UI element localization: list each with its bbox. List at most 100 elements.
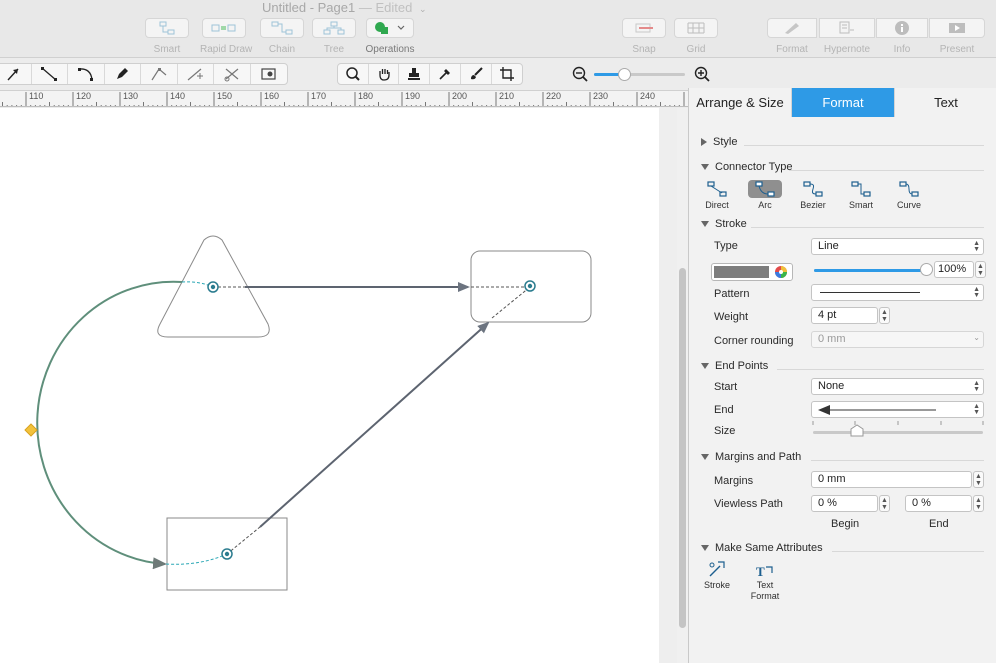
margins-value: 0 mm <box>818 473 846 485</box>
info-button[interactable]: Info <box>876 18 928 55</box>
present-button[interactable]: Present <box>928 18 986 55</box>
arrow-size-ticks <box>812 421 984 425</box>
tree-label: Tree <box>323 44 345 55</box>
color-wheel-icon[interactable] <box>773 264 789 280</box>
updown-arrows-icon: ▲ ▼ <box>973 403 980 416</box>
arrow-size-slider-track[interactable] <box>813 431 983 434</box>
connection-point-tool[interactable] <box>251 64 287 84</box>
stamp-icon <box>408 68 421 80</box>
hand-tool[interactable] <box>369 64 400 84</box>
cut-point-tool[interactable] <box>214 64 251 84</box>
brush-icon <box>470 67 483 80</box>
format-inspector: Arrange & Size Format Text Style Connect… <box>688 88 996 663</box>
style-section-title: Style <box>713 136 738 148</box>
connector-type-title: Connector Type <box>715 161 793 173</box>
stroke-type-value: Line <box>818 240 839 252</box>
divider <box>777 369 984 370</box>
eyedropper-tool[interactable] <box>430 64 461 84</box>
opacity-slider-track[interactable] <box>814 269 926 272</box>
line-tool[interactable] <box>32 64 68 84</box>
stamp-tool[interactable] <box>399 64 431 84</box>
present-icon <box>949 23 965 33</box>
end-points-section-header[interactable]: End Points <box>701 360 768 372</box>
margins-field[interactable]: 0 mm <box>811 471 972 488</box>
corner-rounding-select[interactable]: 0 mm ⌄ <box>811 331 984 348</box>
tree-button[interactable]: Tree <box>312 18 356 55</box>
style-section-header[interactable]: Style <box>701 136 737 148</box>
divider <box>789 170 984 171</box>
curve-icon <box>77 68 93 81</box>
add-point-icon <box>187 68 204 81</box>
rapid-draw-button[interactable]: Rapid Draw <box>200 18 252 55</box>
main-toolbar: Untitled - Page1 — Edited ⌄ Smart Rapid … <box>0 0 996 58</box>
drawing-canvas[interactable] <box>0 108 659 663</box>
weight-value: 4 pt <box>818 309 837 321</box>
arrow-icon <box>7 68 19 81</box>
connector-type-smart[interactable]: Smart <box>841 180 881 210</box>
connector-type-curve[interactable]: Curve <box>889 180 929 210</box>
operations-button[interactable]: Operations <box>364 18 416 55</box>
chevron-down-icon[interactable]: ⌄ <box>419 4 427 14</box>
stroke-section-header[interactable]: Stroke <box>701 218 747 230</box>
opacity-field[interactable]: 100% <box>934 261 974 278</box>
crop-tool[interactable] <box>492 64 523 84</box>
opacity-slider-knob[interactable] <box>920 263 933 276</box>
ruler-label: 110 <box>29 91 44 101</box>
start-arrow-select[interactable]: None ▲ ▼ <box>811 378 984 395</box>
edited-indicator: — Edited <box>358 0 413 15</box>
scrollbar-thumb[interactable] <box>679 268 686 628</box>
pen-icon <box>117 68 129 79</box>
arrow-select-tool[interactable] <box>0 64 32 84</box>
pen-tool[interactable] <box>105 64 141 84</box>
hypernote-button[interactable]: Hypernote <box>818 18 876 55</box>
same-stroke-button[interactable]: Stroke <box>699 560 735 590</box>
curve-label: Curve <box>896 200 921 210</box>
opacity-stepper[interactable]: ▲ ▼ <box>975 261 986 278</box>
add-point-tool[interactable] <box>178 64 214 84</box>
stroke-color-well[interactable] <box>711 263 793 281</box>
zoom-in-button[interactable] <box>694 66 710 87</box>
connector-type-bezier[interactable]: Bezier <box>793 180 833 210</box>
grid-button[interactable]: Grid <box>674 18 718 55</box>
snap-button[interactable]: Snap <box>622 18 666 55</box>
vertical-scrollbar[interactable] <box>677 108 688 663</box>
format-inspector-button[interactable]: Format <box>766 18 818 55</box>
connector-type-arc[interactable]: Arc <box>745 180 785 210</box>
viewless-end-field[interactable]: 0 % <box>905 495 972 512</box>
bezier-label: Bezier <box>800 200 826 210</box>
arrow-size-slider-knob[interactable] <box>849 424 865 438</box>
curve-tool[interactable] <box>68 64 105 84</box>
tab-text[interactable]: Text <box>895 88 996 117</box>
operations-label: Operations <box>365 44 415 55</box>
pattern-select[interactable]: ▲ ▼ <box>811 284 984 301</box>
brush-tool[interactable] <box>461 64 492 84</box>
same-text-format-button[interactable]: T Text Format <box>745 563 785 602</box>
window-title: Untitled - Page1 — Edited ⌄ <box>262 0 427 15</box>
tab-format[interactable]: Format <box>792 88 895 117</box>
connector-type-direct[interactable]: Direct <box>697 180 737 210</box>
stroke-type-select[interactable]: Line ▲ ▼ <box>811 238 984 255</box>
divider <box>832 551 984 552</box>
weight-stepper[interactable]: ▲ ▼ <box>879 307 890 324</box>
ruler-label: 240 <box>640 91 656 101</box>
zoom-slider-knob[interactable] <box>618 68 631 81</box>
end-arrow-select[interactable]: ▲ ▼ <box>811 401 984 418</box>
connector-type-header[interactable]: Connector Type <box>701 161 792 173</box>
disclosure-expanded-icon <box>701 221 709 228</box>
zoom-out-button[interactable] <box>572 66 588 87</box>
make-same-attributes-header[interactable]: Make Same Attributes <box>701 542 823 554</box>
zoom-tool[interactable] <box>338 64 369 84</box>
margins-stepper[interactable]: ▲ ▼ <box>973 471 984 488</box>
tab-arrange-size[interactable]: Arrange & Size <box>689 88 792 117</box>
margins-path-title: Margins and Path <box>715 451 802 463</box>
arc-control-handle[interactable] <box>24 423 38 437</box>
viewless-begin-stepper[interactable]: ▲ ▼ <box>879 495 890 512</box>
viewless-begin-field[interactable]: 0 % <box>811 495 878 512</box>
margins-path-section-header[interactable]: Margins and Path <box>701 451 801 463</box>
smart-layout-button[interactable]: Smart <box>145 18 189 55</box>
diagonal-connector[interactable] <box>259 321 490 528</box>
chain-button[interactable]: Chain <box>260 18 304 55</box>
viewless-end-stepper[interactable]: ▲ ▼ <box>973 495 984 512</box>
weight-field[interactable]: 4 pt <box>811 307 878 324</box>
edit-points-tool[interactable] <box>141 64 178 84</box>
